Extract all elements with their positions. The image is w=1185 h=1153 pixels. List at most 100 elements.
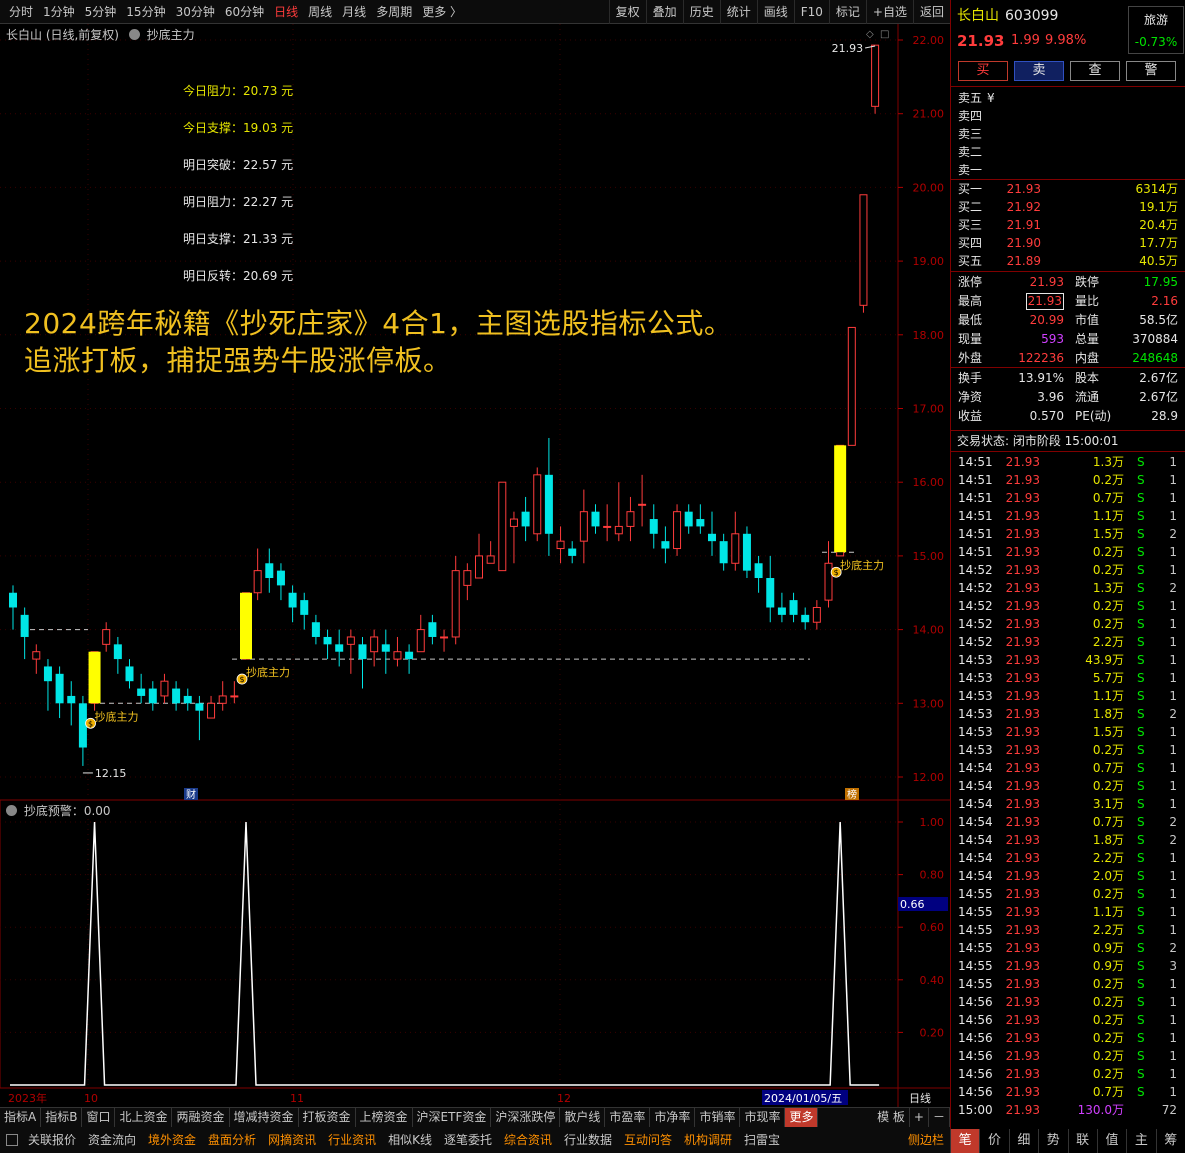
indicator-tab[interactable]: 沪深涨跌停 xyxy=(491,1108,561,1127)
stat-value: 2.67亿 xyxy=(1139,371,1178,385)
indicator-tab[interactable]: 指标B xyxy=(41,1108,83,1127)
quote-tab[interactable]: 联 xyxy=(1067,1129,1097,1153)
diamond-icon[interactable]: ◇ xyxy=(866,29,874,40)
query-button[interactable]: 查 xyxy=(1070,61,1120,81)
indicator-tab[interactable]: 增减持资金 xyxy=(230,1108,299,1127)
info-tab[interactable]: 行业资讯 xyxy=(322,1128,382,1152)
buy-button[interactable]: 买 xyxy=(958,61,1008,81)
level-label: 明日突破：22.57 元 xyxy=(183,158,294,172)
info-tab[interactable]: 扫雷宝 xyxy=(738,1128,786,1152)
tick-time: 14:56 xyxy=(958,1067,993,1081)
kline-chart[interactable]: 22.00 21.00 20.00 19.00 18.00 17.00 16.00 15.00… xyxy=(0,24,950,1109)
period-tab[interactable]: 分时 xyxy=(4,0,38,24)
info-tab[interactable]: 关联报价 xyxy=(22,1128,82,1152)
period-tab[interactable]: 30分钟 xyxy=(171,0,220,24)
indicator-tab[interactable]: 指标A xyxy=(0,1108,42,1127)
info-tab[interactable]: 境外资金 xyxy=(142,1128,202,1152)
info-tab[interactable]: 逐笔委托 xyxy=(438,1128,498,1152)
indicator-tab[interactable]: 模 板 xyxy=(873,1108,910,1127)
sub-series-line xyxy=(10,821,880,1086)
bid-row[interactable]: 买二 21.92 19.1万 xyxy=(951,198,1185,216)
indicator-tab[interactable]: 市现率 xyxy=(740,1108,786,1127)
fundamental-row: 换手 13.91% 股本 2.67亿 xyxy=(951,369,1185,387)
tool-button[interactable]: 画线 xyxy=(756,0,794,24)
info-tab[interactable]: 网摘资讯 xyxy=(262,1128,322,1152)
tool-button[interactable]: 叠加 xyxy=(645,0,683,24)
rank-badge[interactable]: 榜 xyxy=(845,788,859,801)
indicator-tab[interactable]: 散户线 xyxy=(560,1108,606,1127)
indicator-tab[interactable]: + xyxy=(910,1108,929,1127)
indicator-tab[interactable]: 北上资金 xyxy=(115,1108,173,1127)
info-tab[interactable]: 资金流向 xyxy=(82,1128,142,1152)
period-tab[interactable]: 多周期 xyxy=(371,0,417,24)
info-tab[interactable]: 盘面分析 xyxy=(202,1128,262,1152)
period-tab[interactable]: 1分钟 xyxy=(38,0,80,24)
period-tab[interactable]: 15分钟 xyxy=(121,0,170,24)
finance-badge[interactable]: 财 xyxy=(184,788,198,801)
tick-price: 21.93 xyxy=(1005,617,1040,631)
info-tab[interactable]: 互动问答 xyxy=(618,1128,678,1152)
period-tab[interactable]: 更多 〉 xyxy=(417,0,467,24)
close-square-icon[interactable] xyxy=(6,1134,18,1146)
ask-row[interactable]: 卖一 xyxy=(951,161,1185,179)
period-tab[interactable]: 5分钟 xyxy=(80,0,122,24)
ask-row[interactable]: 卖五 ¥ xyxy=(951,89,1185,107)
indicator-circle-icon[interactable] xyxy=(6,805,17,816)
indicator-tab[interactable]: － xyxy=(929,1108,950,1127)
x-tick-label: 2024/01/05/五 xyxy=(764,1092,842,1105)
period-tab[interactable]: 60分钟 xyxy=(220,0,269,24)
tick-volume: 1.3万 xyxy=(1092,581,1124,595)
ask-row[interactable]: 卖四 xyxy=(951,107,1185,125)
info-tab[interactable]: 侧边栏 xyxy=(902,1128,950,1152)
indicator-tab[interactable]: 更多 xyxy=(785,1108,819,1127)
bid-row[interactable]: 买一 21.93 6314万 xyxy=(951,180,1185,198)
candle-body xyxy=(428,622,437,637)
info-tab[interactable]: 行业数据 xyxy=(558,1128,618,1152)
tool-button[interactable]: +自选 xyxy=(865,0,913,24)
indicator-circle-icon[interactable] xyxy=(128,29,140,40)
indicator-name[interactable]: 抄底主力 xyxy=(147,28,195,42)
tool-button[interactable]: F10 xyxy=(793,0,829,24)
tick-time: 15:00 xyxy=(958,1103,993,1117)
indicator-tab[interactable]: 两融资金 xyxy=(172,1108,230,1127)
tool-button[interactable]: 历史 xyxy=(682,0,720,24)
tool-button[interactable]: 统计 xyxy=(719,0,757,24)
period-tab[interactable]: 周线 xyxy=(303,0,337,24)
tick-count: 72 xyxy=(1161,1103,1177,1117)
period-tab[interactable]: 日线 xyxy=(269,0,303,24)
info-tab[interactable]: 综合资讯 xyxy=(498,1128,558,1152)
quote-tab[interactable]: 值 xyxy=(1096,1129,1126,1153)
bid-row[interactable]: 买四 21.90 17.7万 xyxy=(951,234,1185,252)
tool-button[interactable]: 返回 xyxy=(912,0,950,24)
tool-button[interactable]: 标记 xyxy=(828,0,866,24)
ask-row[interactable]: 卖三 xyxy=(951,125,1185,143)
tick-time: 14:54 xyxy=(958,815,993,829)
tick-volume: 0.2万 xyxy=(1092,1049,1124,1063)
quote-tab[interactable]: 笔 xyxy=(950,1129,980,1153)
indicator-tab[interactable]: 市销率 xyxy=(695,1108,741,1127)
ask-row[interactable]: 卖二 xyxy=(951,143,1185,161)
indicator-tab[interactable]: 打板资金 xyxy=(299,1108,356,1127)
bid-row[interactable]: 买五 21.89 40.5万 xyxy=(951,252,1185,270)
indicator-tab[interactable]: 沪深ETF资金 xyxy=(413,1108,492,1127)
bid-row[interactable]: 买三 21.91 20.4万 xyxy=(951,216,1185,234)
indicator-tab[interactable]: 窗口 xyxy=(82,1108,116,1127)
period-tab[interactable]: 月线 xyxy=(337,0,371,24)
quote-tab[interactable]: 细 xyxy=(1008,1129,1038,1153)
quote-tab[interactable]: 筹 xyxy=(1155,1129,1185,1153)
quote-tab[interactable]: 价 xyxy=(979,1129,1008,1153)
info-tab[interactable]: 机构调研 xyxy=(678,1128,738,1152)
stat-key: 涨停 xyxy=(958,275,983,289)
indicator-tab[interactable]: 上榜资金 xyxy=(356,1108,413,1127)
quote-tab[interactable]: 主 xyxy=(1126,1129,1155,1153)
alert-button[interactable]: 警 xyxy=(1126,61,1176,81)
chart-canvas[interactable]: 22.00 21.00 20.00 19.00 18.00 17.00 16.00 15.00… xyxy=(0,24,950,1109)
sell-button[interactable]: 卖 xyxy=(1014,61,1064,81)
tool-button[interactable]: 复权 xyxy=(608,0,646,24)
expand-icon[interactable]: □ xyxy=(880,29,889,40)
indicator-tab[interactable]: 市净率 xyxy=(650,1108,696,1127)
indicator-tab[interactable]: 市盈率 xyxy=(605,1108,651,1127)
quote-tab[interactable]: 势 xyxy=(1038,1129,1067,1153)
info-tab[interactable]: 相似K线 xyxy=(382,1128,438,1152)
candle-body xyxy=(230,695,239,698)
